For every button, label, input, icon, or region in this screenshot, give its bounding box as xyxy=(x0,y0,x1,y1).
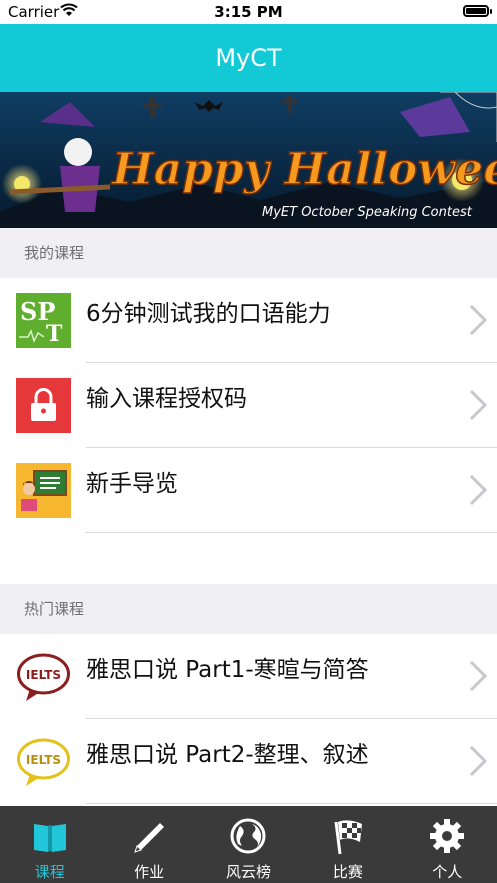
section-header-hot-courses: 热门课程 xyxy=(0,584,497,634)
divider xyxy=(86,803,497,804)
tab-label: 个人 xyxy=(432,863,463,881)
list-item-speaking-test[interactable]: SP T 6分钟测试我的口语能力 xyxy=(0,278,497,363)
list-item-tutorial[interactable]: 新手导览 xyxy=(0,448,497,533)
chevron-right-icon xyxy=(469,304,488,336)
tab-label: 风云榜 xyxy=(225,863,271,881)
battery-tip xyxy=(490,9,492,14)
page-title: MyCT xyxy=(215,44,282,72)
lock-icon xyxy=(16,378,71,433)
checkered-flag-icon xyxy=(334,820,362,855)
hot-courses-list: IELTS 雅思口说 Part1-寒暄与简答 IELTS 雅思口说 Part2-… xyxy=(0,634,497,806)
section-title: 我的课程 xyxy=(24,244,85,262)
tab-profile[interactable]: 个人 xyxy=(398,806,497,883)
pencil-icon xyxy=(134,823,165,853)
halloween-banner[interactable]: Happy Halloween MyET October Speaking Co… xyxy=(0,92,497,228)
list-item-ielts-part2[interactable]: IELTS 雅思口说 Part2-整理、叙述 xyxy=(0,719,497,804)
list-item-label: 6分钟测试我的口语能力 xyxy=(86,301,331,327)
list-item-label: 输入课程授权码 xyxy=(86,386,247,412)
divider xyxy=(86,532,497,533)
list-item-label: 新手导览 xyxy=(86,471,178,497)
tab-label: 课程 xyxy=(34,863,65,881)
ielts-red-icon: IELTS xyxy=(17,653,70,701)
chevron-right-icon xyxy=(469,745,488,777)
banner-subline: MyET October Speaking Contest xyxy=(262,205,473,220)
tutorial-icon xyxy=(16,463,71,518)
book-icon xyxy=(33,824,66,852)
globe-icon xyxy=(230,818,266,854)
chevron-right-icon xyxy=(469,660,488,692)
svg-text:IELTS: IELTS xyxy=(26,753,61,767)
tab-label: 比赛 xyxy=(332,863,363,881)
battery-icon xyxy=(463,5,489,17)
list-item-ielts-part1[interactable]: IELTS 雅思口说 Part1-寒暄与简答 xyxy=(0,634,497,719)
spt-icon: SP T xyxy=(16,293,71,348)
tab-courses[interactable]: 课程 xyxy=(0,806,99,883)
section-header-my-courses: 我的课程 xyxy=(0,228,497,278)
list-item-auth-code[interactable]: 输入课程授权码 xyxy=(0,363,497,448)
banner-art: Happy Halloween MyET October Speaking Co… xyxy=(0,92,497,228)
list-item-label: 雅思口说 Part2-整理、叙述 xyxy=(86,742,369,768)
clock: 3:15 PM xyxy=(214,3,283,21)
list-item-label: 雅思口说 Part1-寒暄与简答 xyxy=(86,657,369,683)
my-courses-list: SP T 6分钟测试我的口语能力 输入课程授权码 新手导览 xyxy=(0,278,497,584)
chevron-right-icon xyxy=(469,389,488,421)
ielts-yellow-icon: IELTS xyxy=(17,738,70,786)
section-title: 热门课程 xyxy=(24,600,85,618)
tab-contest[interactable]: 比赛 xyxy=(298,806,397,883)
tab-label: 作业 xyxy=(134,863,165,881)
svg-text:IELTS: IELTS xyxy=(26,668,61,682)
tab-leaderboard[interactable]: 风云榜 xyxy=(199,806,298,883)
status-bar: Carrier 3:15 PM xyxy=(0,0,497,24)
tab-bar: 课程 作业 风云榜 比赛 个人 xyxy=(0,806,497,883)
nav-bar: MyCT xyxy=(0,24,497,92)
svg-text:T: T xyxy=(46,321,63,347)
tab-homework[interactable]: 作业 xyxy=(99,806,198,883)
chevron-right-icon xyxy=(469,474,488,506)
banner-headline: Happy Halloween xyxy=(110,144,497,195)
gear-icon xyxy=(430,819,465,853)
